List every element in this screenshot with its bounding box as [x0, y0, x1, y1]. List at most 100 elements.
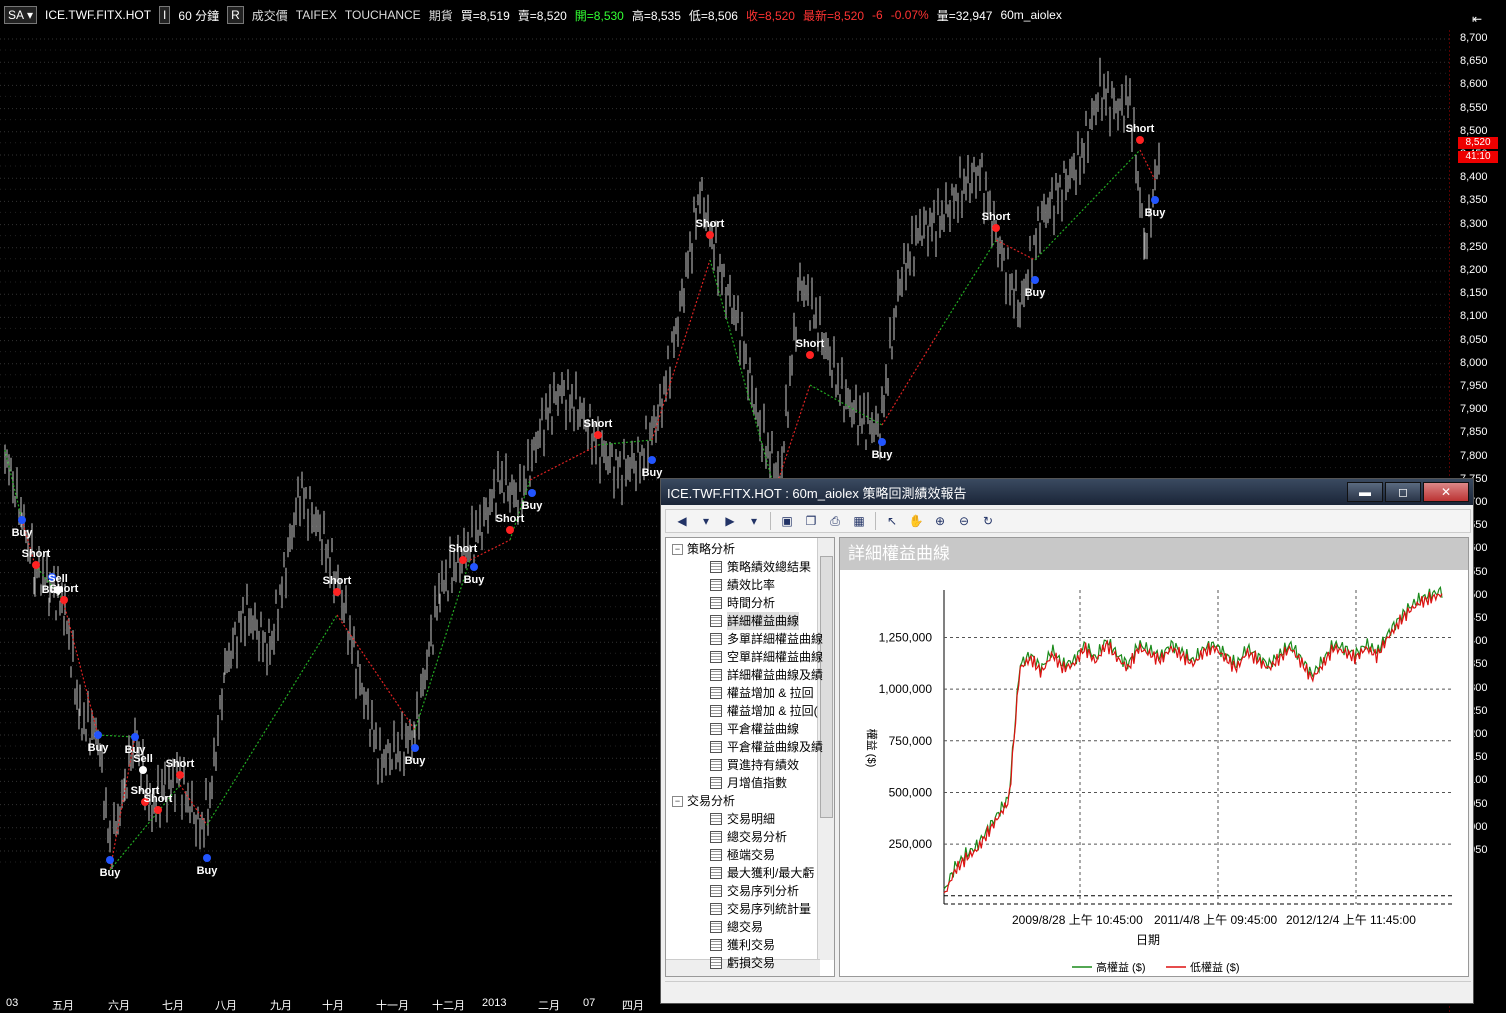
signal-label: Short [982, 211, 1011, 223]
close-button[interactable]: ✕ [1423, 482, 1469, 502]
scroll-thumb[interactable] [820, 556, 833, 818]
interval-label[interactable]: 60 分鐘 [178, 7, 219, 24]
price-tick-label: 8,700 [1460, 32, 1488, 44]
price-tick-label: 7,950 [1460, 380, 1488, 392]
window-title: ICE.TWF.FITX.HOT : 60m_aiolex 策略回測績效報告 [667, 485, 967, 501]
tree-group-label: 策略分析 [687, 542, 736, 556]
legend-label: 高權益 ($) [1096, 960, 1146, 974]
time-tick-label: 二月 [538, 1000, 560, 1012]
tree-item[interactable]: 交易明細 [710, 810, 775, 828]
tree-item-label: 平倉權益曲線 [727, 722, 800, 736]
maximize-button[interactable]: ◻ [1385, 482, 1421, 502]
tree-item[interactable]: 月增值指數 [710, 774, 787, 792]
tree-item-label: 月增值指數 [727, 776, 788, 790]
buy-marker [131, 733, 139, 741]
collapse-toggle-icon[interactable]: − [672, 543, 683, 555]
time-axis: 03 五月 六月 七月 八月 九月 十月 十一月 十二月 2013 二月 07 四月 [0, 995, 660, 1012]
zoom-out-icon[interactable]: ⊖ [954, 512, 974, 530]
tree-item[interactable]: 平倉權益曲線 [710, 720, 799, 738]
buy-marker [528, 489, 536, 497]
signal-label: Short [323, 575, 352, 587]
chevron-down-icon[interactable]: ▾ [696, 512, 716, 530]
signal-label: Short [144, 793, 173, 805]
window-titlebar[interactable]: ICE.TWF.FITX.HOT : 60m_aiolex 策略回測績效報告 ▬… [661, 479, 1473, 505]
collapse-icon[interactable]: ⇤ [1472, 12, 1482, 26]
tree-item[interactable]: 績效比率 [710, 576, 775, 594]
minimize-button[interactable]: ▬ [1347, 482, 1383, 502]
tree-item-label: 平倉權益曲線及績 [727, 740, 824, 754]
price-tick-label: 8,350 [1460, 194, 1488, 207]
signal-label: Short [584, 418, 613, 430]
price-tick-label: 8,200 [1460, 264, 1488, 276]
save-icon[interactable]: ▣ [777, 512, 797, 530]
buy-marker [94, 731, 102, 739]
mode-select[interactable]: SA ▾ [4, 6, 38, 24]
tree-item-label: 多單詳細權益曲線 [727, 632, 824, 646]
tree-item[interactable]: 獲利交易 [710, 936, 775, 954]
tree-item[interactable]: 交易序列分析 [710, 882, 799, 900]
tree-item[interactable]: 詳細權益曲線 [710, 612, 800, 630]
low-value: 低=8,506 [688, 8, 738, 23]
trade-line [529, 444, 599, 481]
back-icon[interactable]: ◀ [672, 512, 692, 530]
zoom-in-icon[interactable]: ⊕ [930, 512, 950, 530]
tree-item-label: 策略績效總結果 [727, 560, 812, 574]
time-tick-label: 2013 [482, 997, 507, 1009]
signal-label: Sell [133, 753, 153, 765]
tree-item[interactable]: 買進持有績效 [710, 756, 799, 774]
trade-line [651, 259, 711, 441]
reset-icon[interactable]: ↻ [978, 512, 998, 530]
tree-group[interactable]: − 策略分析 [672, 540, 735, 558]
tree-item[interactable]: 詳細權益曲線及績 [710, 666, 823, 684]
copy-icon[interactable]: ❐ [801, 512, 821, 530]
status-bar [665, 981, 1471, 1000]
buy-marker [1031, 276, 1039, 284]
legend-label: 低權益 ($) [1190, 960, 1240, 974]
toolbar-separator [770, 512, 771, 530]
tree-group[interactable]: − 交易分析 [672, 792, 735, 810]
tree-item[interactable]: 交易序列統計量 [710, 900, 811, 918]
report-icon [710, 687, 722, 699]
report-icon [710, 831, 722, 843]
tree-item[interactable]: 權益增加 & 拉回 [710, 684, 814, 702]
price-tick-label: 8,500 [1460, 124, 1488, 137]
collapse-toggle-icon[interactable]: − [672, 795, 683, 807]
tree-item[interactable]: 總交易分析 [710, 828, 787, 846]
tree-item[interactable]: 策略績效總結果 [710, 558, 811, 576]
tree-item[interactable]: 總交易 [710, 918, 763, 936]
tree-item[interactable]: 平倉權益曲線及績 [710, 738, 823, 756]
forward-icon[interactable]: ▶ [720, 512, 740, 530]
tree-item[interactable]: 權益增加 & 拉回( [710, 702, 818, 720]
tree-item[interactable]: 時間分析 [710, 594, 775, 612]
chevron-down-icon[interactable]: ▾ [744, 512, 764, 530]
product-label: TOUCHANCE [344, 8, 421, 22]
short-marker [459, 556, 467, 564]
tree-item[interactable]: 空單詳細權益曲線 [710, 648, 823, 666]
equity-panel: 詳細權益曲線 250,000 500,000 750,000 1,000,000 1,2… [839, 537, 1469, 977]
chart-type-button[interactable]: R [227, 6, 244, 24]
report-icon [710, 579, 722, 591]
x-tick-label: 2012/12/4 上午 11:45:00 [1286, 913, 1416, 927]
buy-marker [411, 744, 419, 752]
symbol-label[interactable]: ICE.TWF.FITX.HOT [45, 8, 151, 22]
report-icon [710, 705, 722, 717]
tree-item[interactable]: 極端交易 [710, 846, 775, 864]
hand-icon[interactable]: ✋ [906, 512, 926, 530]
equity-chart[interactable]: 250,000 500,000 750,000 1,000,000 1,250,000 2… [840, 570, 1468, 976]
tree-item[interactable]: 多單詳細權益曲線 [710, 630, 823, 648]
buy-marker [106, 856, 114, 864]
backtest-report-window[interactable]: ICE.TWF.FITX.HOT : 60m_aiolex 策略回測績效報告 ▬… [660, 478, 1474, 1004]
report-icon [710, 885, 722, 897]
tree-item-label: 虧損交易 [727, 956, 776, 970]
print-icon[interactable]: ⎙ [825, 512, 845, 530]
pointer-icon[interactable]: ↖ [882, 512, 902, 530]
signal-label: Short [796, 338, 825, 350]
tree-item[interactable]: 最大獲利/最大虧 [710, 864, 814, 882]
time-tick-label: 六月 [108, 1000, 130, 1012]
price-tick-label: 7,900 [1460, 403, 1488, 416]
table-icon[interactable]: ▦ [849, 512, 869, 530]
report-icon [710, 759, 722, 771]
tree-item[interactable]: 虧損交易 [710, 954, 775, 972]
price-tick-label: 8,250 [1460, 240, 1488, 253]
interval-button[interactable]: I [159, 6, 171, 24]
